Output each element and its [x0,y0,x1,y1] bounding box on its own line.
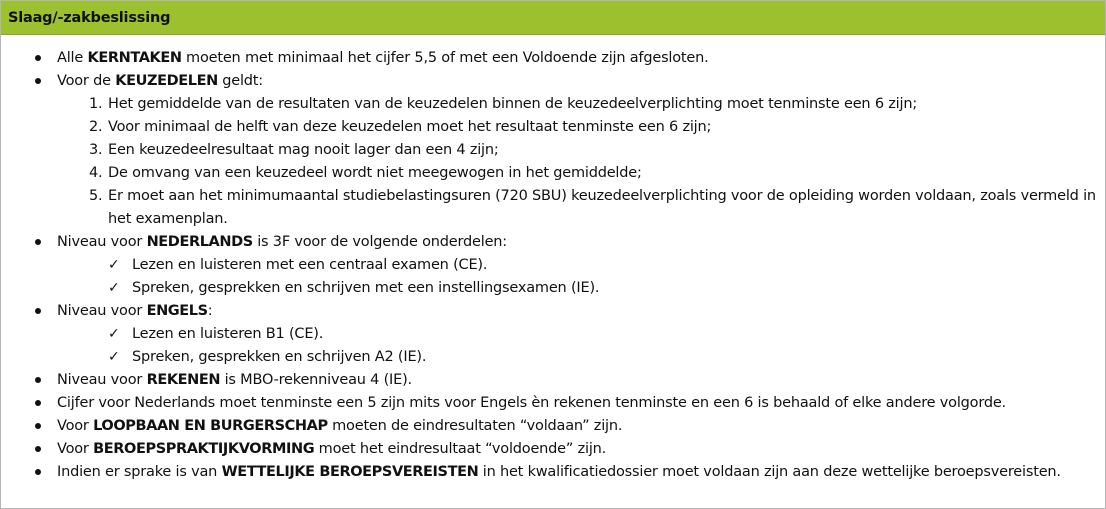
check-icon: ✓ [108,326,120,342]
bullet-icon [35,239,41,245]
list-item-text: Alle KERNTAKEN moeten met minimaal het c… [57,50,709,66]
bullet-icon [35,446,41,452]
list-item-text: Cijfer voor Nederlands moet tenminste ee… [57,395,1006,411]
keyword: LOOPBAAN EN BURGERSCHAP [93,418,328,434]
keyword: KEUZEDELEN [115,73,218,89]
keyword: WETTELIJKE BEROEPSVEREISTEN [221,464,479,480]
check-icon: ✓ [108,280,120,296]
list-item-text: Indien er sprake is van WETTELIJKE BEROE… [57,464,1061,480]
list-item-text: Voor LOOPBAAN EN BURGERSCHAP moeten de e… [57,418,623,434]
numbered-item-continuation: het examenplan. [108,211,228,227]
list-item-text: Niveau voor ENGELS: [57,303,213,319]
keyword: REKENEN [146,372,221,388]
document-frame: Slaag/-zakbeslissing Alle KERNTAKEN moet… [0,0,1106,509]
keyword: KERNTAKEN [87,50,183,66]
list-item-text: Niveau voor REKENEN is MBO-rekenniveau 4… [57,372,412,388]
bullet-icon [35,308,41,314]
keyword: BEROEPSPRAKTIJKVORMING [93,441,315,457]
bullet-icon [35,469,41,475]
bullet-icon [35,55,41,61]
bullet-icon [35,423,41,429]
section-header: Slaag/-zakbeslissing [1,1,1105,35]
keyword: NEDERLANDS [146,234,254,250]
list-item-text: Niveau voor NEDERLANDS is 3F voor de vol… [57,234,507,250]
section-title: Slaag/-zakbeslissing [8,9,171,26]
keyword: ENGELS [146,303,209,319]
bullet-icon [35,78,41,84]
list-item-text: Voor de KEUZEDELEN geldt: [57,73,263,89]
bullet-icon [35,377,41,383]
bullet-icon [35,400,41,406]
check-icon: ✓ [108,349,120,365]
check-icon: ✓ [108,257,120,273]
list-item-text: Voor BEROEPSPRAKTIJKVORMING moet het ein… [57,441,607,457]
